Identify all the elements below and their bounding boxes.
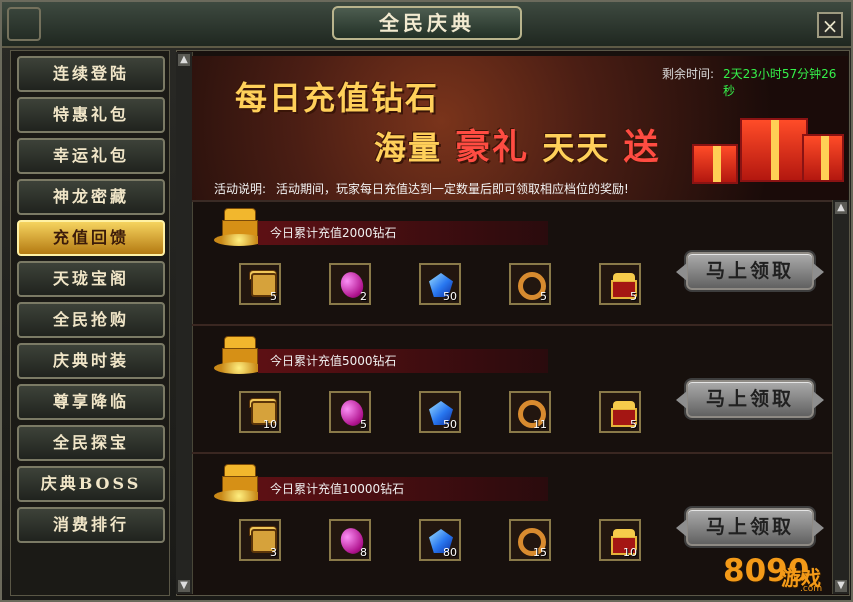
- headline-highlight: 豪礼: [455, 127, 530, 168]
- item-count: 2: [360, 290, 367, 303]
- item-gold-box-slot[interactable]: 5: [599, 391, 641, 433]
- celebration-window: 全民庆典 × 连续登陆 特惠礼包 幸运礼包 神龙密藏 充值回馈 天珑宝阁 全民抢…: [0, 0, 853, 602]
- item-dragon-emblem-slot[interactable]: 15: [509, 519, 551, 561]
- item-count: 5: [630, 418, 637, 431]
- headline-end: 送: [623, 127, 661, 168]
- headline-mid: 天天: [542, 129, 611, 167]
- banner-headline-1: 每日充值钻石: [235, 79, 440, 117]
- item-chest-slot[interactable]: 10: [239, 391, 281, 433]
- item-chest-slot[interactable]: 3: [239, 519, 281, 561]
- nav-celebration-boss[interactable]: 庆典BOSS: [17, 466, 165, 502]
- item-count: 5: [270, 290, 277, 303]
- reward-list: 今日累计充值2000钻石 5 2 50 5 5 马上领取 今日累计充值5000钻…: [192, 200, 832, 594]
- scroll-up-arrow[interactable]: ▲: [835, 202, 847, 214]
- close-button[interactable]: ×: [817, 12, 843, 38]
- banner-headline-2: 海量 豪礼 天天 送: [374, 119, 660, 170]
- watermark-site-text: .com: [800, 584, 823, 594]
- nav-celebration-fashion[interactable]: 庆典时装: [17, 343, 165, 379]
- item-count: 15: [533, 546, 547, 559]
- scroll-up-arrow[interactable]: ▲: [178, 54, 190, 66]
- nav-premium-arrival[interactable]: 尊享降临: [17, 384, 165, 420]
- item-count: 5: [540, 290, 547, 303]
- left-scrollbar[interactable]: ▲ ▼: [176, 52, 193, 594]
- item-gold-box-slot[interactable]: 5: [599, 263, 641, 305]
- reward-tier-title: 今日累计充值5000钻石: [258, 349, 548, 373]
- reward-tier-title: 今日累计充值2000钻石: [258, 221, 548, 245]
- treasure-icon: [214, 464, 264, 502]
- nav-tianlong-vault[interactable]: 天珑宝阁: [17, 261, 165, 297]
- gift-box-icon: [740, 118, 808, 182]
- nav-recharge-reward[interactable]: 充值回馈: [17, 220, 165, 256]
- headline-prefix: 海量: [374, 129, 443, 167]
- description-text: 活动期间，玩家每日充值达到一定数量后即可领取相应档位的奖励!: [276, 182, 629, 196]
- row-divider: [192, 452, 832, 454]
- nav-treasure-hunt[interactable]: 全民探宝: [17, 425, 165, 461]
- item-count: 10: [623, 546, 637, 559]
- treasure-icon: [214, 336, 264, 374]
- item-count: 8: [360, 546, 367, 559]
- item-blue-crystal-slot[interactable]: 80: [419, 519, 461, 561]
- reward-row: 今日累计充值2000钻石 5 2 50 5 5 马上领取: [192, 200, 832, 326]
- treasure-icon: [214, 208, 264, 246]
- item-dragon-emblem-slot[interactable]: 11: [509, 391, 551, 433]
- description-label: 活动说明:: [214, 182, 267, 196]
- item-count: 50: [443, 290, 457, 303]
- reward-tier-title: 今日累计充值10000钻石: [258, 477, 548, 501]
- window-title: 全民庆典: [332, 6, 522, 40]
- nav-lucky-pack[interactable]: 幸运礼包: [17, 138, 165, 174]
- item-count: 5: [360, 418, 367, 431]
- nav-flash-sale[interactable]: 全民抢购: [17, 302, 165, 338]
- claim-button[interactable]: 马上领取: [676, 252, 824, 290]
- item-chest-slot[interactable]: 5: [239, 263, 281, 305]
- nav-consumption-rank[interactable]: 消费排行: [17, 507, 165, 543]
- item-dragon-emblem-slot[interactable]: 5: [509, 263, 551, 305]
- item-count: 50: [443, 418, 457, 431]
- gift-box-icon: [802, 134, 844, 182]
- item-blue-crystal-slot[interactable]: 50: [419, 391, 461, 433]
- timer-label: 剩余时间:: [662, 67, 715, 81]
- gift-box-icon: [692, 144, 738, 184]
- item-count: 80: [443, 546, 457, 559]
- item-count: 5: [630, 290, 637, 303]
- claim-button[interactable]: 马上领取: [676, 380, 824, 418]
- sidebar: 连续登陆 特惠礼包 幸运礼包 神龙密藏 充值回馈 天珑宝阁 全民抢购 庆典时装 …: [10, 50, 170, 596]
- item-count: 3: [270, 546, 277, 559]
- timer-value: 2天23小时57分钟26秒: [723, 67, 837, 98]
- site-watermark: 8090 游戏 .com: [705, 548, 845, 596]
- right-scrollbar[interactable]: ▲ ▼: [832, 200, 849, 594]
- item-blue-crystal-slot[interactable]: 50: [419, 263, 461, 305]
- item-count: 11: [533, 418, 547, 431]
- reward-row: 今日累计充值5000钻石 10 5 50 11 5 马上领取: [192, 328, 832, 454]
- item-pink-egg-slot[interactable]: 8: [329, 519, 371, 561]
- item-gold-box-slot[interactable]: 10: [599, 519, 641, 561]
- item-count: 10: [263, 418, 277, 431]
- row-divider: [192, 324, 832, 326]
- corner-ornament: [7, 7, 41, 41]
- event-banner: 每日充值钻石 海量 豪礼 天天 送 剩余时间: 2天23小时57分钟26秒 活动…: [192, 56, 848, 202]
- scroll-down-arrow[interactable]: ▼: [178, 580, 190, 592]
- title-bar: 全民庆典 ×: [2, 2, 851, 48]
- nav-dragon-treasure[interactable]: 神龙密藏: [17, 179, 165, 215]
- claim-button[interactable]: 马上领取: [676, 508, 824, 546]
- nav-special-pack[interactable]: 特惠礼包: [17, 97, 165, 133]
- item-pink-egg-slot[interactable]: 2: [329, 263, 371, 305]
- nav-consecutive-login[interactable]: 连续登陆: [17, 56, 165, 92]
- item-pink-egg-slot[interactable]: 5: [329, 391, 371, 433]
